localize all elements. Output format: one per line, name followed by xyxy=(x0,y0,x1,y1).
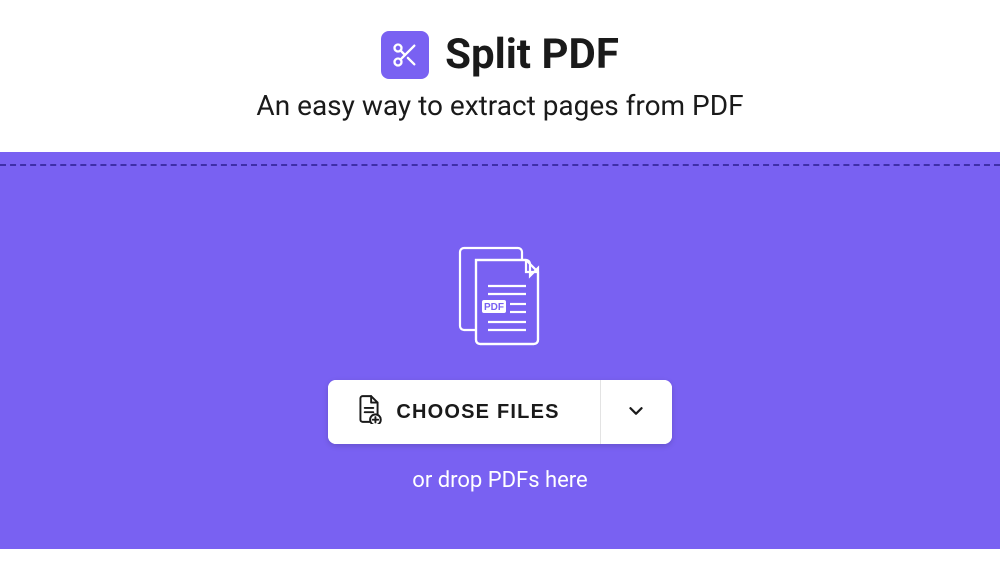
choose-source-dropdown[interactable] xyxy=(600,380,672,444)
page-title: Split PDF xyxy=(445,30,619,79)
title-row: Split PDF xyxy=(20,30,980,79)
choose-files-button[interactable]: CHOOSE FILES xyxy=(328,380,599,444)
dropzone-wrapper: PDF CHOOSE FILES xyxy=(0,152,1000,549)
scissors-icon xyxy=(381,31,429,79)
chevron-down-icon xyxy=(625,400,647,425)
page-header: Split PDF An easy way to extract pages f… xyxy=(0,0,1000,152)
choose-files-label: CHOOSE FILES xyxy=(396,401,559,424)
file-dropzone[interactable]: PDF CHOOSE FILES xyxy=(0,164,1000,549)
page-subtitle: An easy way to extract pages from PDF xyxy=(20,89,980,122)
add-file-icon xyxy=(356,394,382,430)
pdf-badge-text: PDF xyxy=(484,302,504,313)
drop-hint: or drop PDFs here xyxy=(412,468,587,493)
pdf-stack-icon: PDF xyxy=(450,242,550,356)
choose-files-group: CHOOSE FILES xyxy=(328,380,671,444)
